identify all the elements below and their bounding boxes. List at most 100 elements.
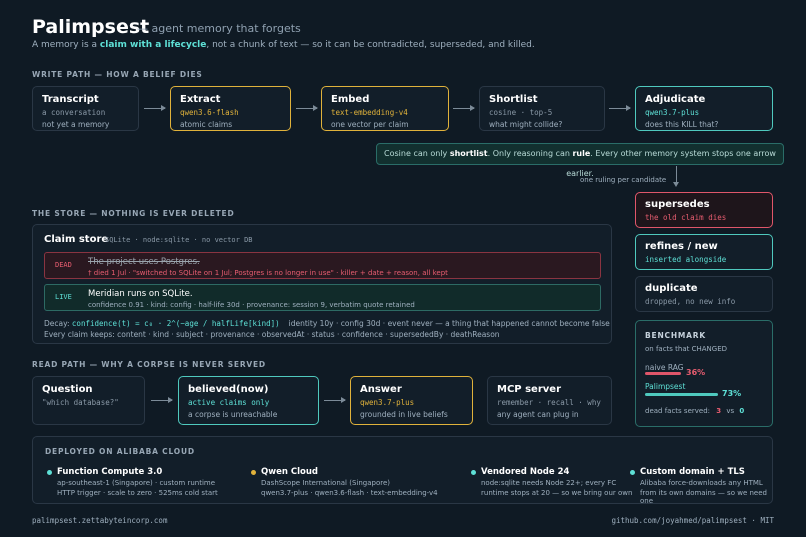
read-path-heading: READ PATH — WHY A CORPSE IS NEVER SERVED (32, 360, 266, 369)
write-path-heading: WRITE PATH — HOW A BELIEF DIES (32, 70, 203, 79)
claim-fields: Every claim keeps: content · kind · subj… (44, 330, 500, 339)
step-desc: grounded in live beliefs (360, 410, 448, 419)
page-title: Palimpsest (32, 16, 150, 38)
step-desc: one vector per claim (331, 120, 409, 129)
step-desc: does this KILL that? (645, 120, 719, 129)
deploy-panel: DEPLOYED ON ALIBABA CLOUD Function Compu… (32, 436, 773, 505)
step-adjudicate: Adjudicate qwen3.7-plus does this KILL t… (635, 86, 773, 131)
deploy-item-line2: HTTP trigger · scale to zero · 525ms col… (57, 489, 218, 497)
step-believed-now: believed(now) active claims only a corps… (178, 376, 319, 425)
step-desc: atomic claims (180, 120, 233, 129)
claim-store-title: Claim store (44, 234, 109, 245)
status-dot-icon (630, 470, 635, 475)
deploy-heading: DEPLOYED ON ALIBABA CLOUD (45, 447, 195, 456)
subtitle-emphasis: claim with a lifecycle (99, 40, 207, 50)
decay-line: Decay: confidence(t) = c₀ · 2^(−age / ha… (44, 319, 610, 328)
step-transcript: Transcript a conversation not yet a memo… (32, 86, 139, 131)
ruling-duplicate: duplicate dropped, no new info (635, 276, 773, 312)
deploy-item-line2: runtime stops at 20 — so we bring our ow… (481, 489, 633, 497)
deploy-item-line1: node:sqlite needs Node 22+; every FC (481, 479, 617, 487)
dead-served-palimpsest: 0 (739, 407, 745, 415)
step-desc: a corpse is unreachable (188, 410, 278, 419)
ruling-supersedes: supersedes the old claim dies (635, 192, 773, 228)
live-claim-detail: confidence 0.91 · kind: config · half-li… (88, 301, 415, 309)
status-dot-icon (471, 470, 476, 475)
callout-shortlist: shortlist (449, 149, 488, 158)
ruling-desc: the old claim dies (645, 213, 727, 222)
ruling-refines: refines / new inserted alongside (635, 234, 773, 270)
step-desc: not yet a memory (42, 120, 110, 129)
step-code: remember · recall · why (497, 398, 601, 407)
dead-served-vs: vs (726, 407, 735, 415)
step-title: believed(now) (188, 384, 269, 395)
step-title: Answer (360, 384, 402, 395)
deploy-item-line1: DashScope International (Singapore) (261, 479, 390, 487)
live-claim-text: Meridian runs on SQLite. (88, 289, 193, 299)
dead-tag: DEAD (55, 261, 72, 269)
step-code: qwen3.6-flash (180, 108, 239, 117)
dead-claim-detail: † died 1 Jul · "switched to SQLite on 1 … (88, 269, 448, 277)
dead-facts-served: dead facts served: 3 vs 0 (645, 407, 744, 415)
callout-post: . Every other memory system stops one ar… (566, 149, 776, 178)
step-code: a conversation (42, 108, 106, 117)
live-claim-row: LIVE Meridian runs on SQLite. confidence… (44, 284, 601, 311)
deploy-item-title: Function Compute 3.0 (57, 467, 163, 477)
decay-rest: identity 10y · config 30d · event never … (288, 319, 610, 328)
step-question: Question "which database?" (32, 376, 145, 425)
step-mcp-server: MCP server remember · recall · why any a… (487, 376, 612, 425)
step-shortlist: Shortlist cosine · top-5 what might coll… (479, 86, 605, 131)
ruling-title: refines / new (645, 241, 718, 252)
benchmark-rag-label: naive RAG (645, 363, 684, 372)
step-code: "which database?" (42, 398, 119, 407)
benchmark-rag-bar (645, 372, 681, 375)
ruling-title: duplicate (645, 283, 698, 294)
page-subtitle: A memory is a claim with a lifecycle, no… (32, 40, 535, 50)
footer-repo-link[interactable]: github.com/joyahmed/palimpsest · MIT (611, 516, 774, 525)
step-title: Adjudicate (645, 94, 706, 105)
page-tagline: — agent memory that forgets (137, 22, 301, 35)
store-heading: THE STORE — NOTHING IS EVER DELETED (32, 209, 235, 218)
deploy-item-title: Qwen Cloud (261, 467, 318, 477)
ruling-label: one ruling per candidate (580, 176, 667, 184)
arrow-right-icon (144, 105, 166, 111)
benchmark-palimpsest-bar (645, 393, 718, 396)
callout-rule: rule (572, 149, 591, 158)
status-dot-icon (251, 470, 256, 475)
dead-served-rag: 3 (716, 407, 722, 415)
footer-site-link[interactable]: palimpsest.zettabyteincorp.com (32, 516, 167, 525)
benchmark-rag-value: 36% (686, 368, 706, 377)
arrow-down-icon (673, 182, 679, 187)
step-code: qwen3.7-plus (360, 398, 415, 407)
arrow-right-icon (324, 397, 346, 403)
step-desc: any agent can plug in (497, 410, 579, 419)
deploy-item-line1: ap-southeast-1 (Singapore) · custom runt… (57, 479, 216, 487)
subtitle-pre: A memory is a (32, 40, 100, 50)
benchmark-palimpsest-label: Palimpsest (645, 382, 686, 391)
step-title: Question (42, 384, 93, 395)
benchmark-subtitle: on facts that CHANGED (645, 345, 728, 353)
step-title: Transcript (42, 94, 99, 105)
step-title: Extract (180, 94, 221, 105)
arrow-right-icon (609, 105, 631, 111)
step-code: cosine · top-5 (489, 108, 553, 117)
step-embed: Embed text-embedding-v4 one vector per c… (321, 86, 449, 131)
arrow-right-icon (453, 105, 475, 111)
dead-claim-row: DEAD The project uses Postgres. † died 1… (44, 252, 601, 279)
benchmark-title: BENCHMARK (645, 331, 706, 340)
deploy-item-title: Custom domain + TLS (640, 467, 745, 477)
ruling-title: supersedes (645, 199, 710, 210)
dead-served-label: dead facts served: (645, 407, 711, 415)
ruling-desc: dropped, no new info (645, 297, 736, 306)
decay-formula: confidence(t) = c₀ · 2^(−age / halfLife[… (71, 319, 280, 328)
step-title: MCP server (497, 384, 561, 395)
status-dot-icon (47, 470, 52, 475)
shortlist-callout: Cosine can only shortlist. Only reasonin… (376, 143, 784, 178)
step-desc: what might collide? (489, 120, 563, 129)
deploy-item-line2: from its own domains — so we need one (640, 489, 767, 505)
ruling-desc: inserted alongside (645, 255, 727, 264)
decay-label: Decay: (44, 319, 72, 328)
arrow-right-icon (151, 397, 173, 403)
dead-claim-text: The project uses Postgres. (88, 257, 200, 267)
live-tag: LIVE (55, 293, 72, 301)
step-title: Shortlist (489, 94, 538, 105)
